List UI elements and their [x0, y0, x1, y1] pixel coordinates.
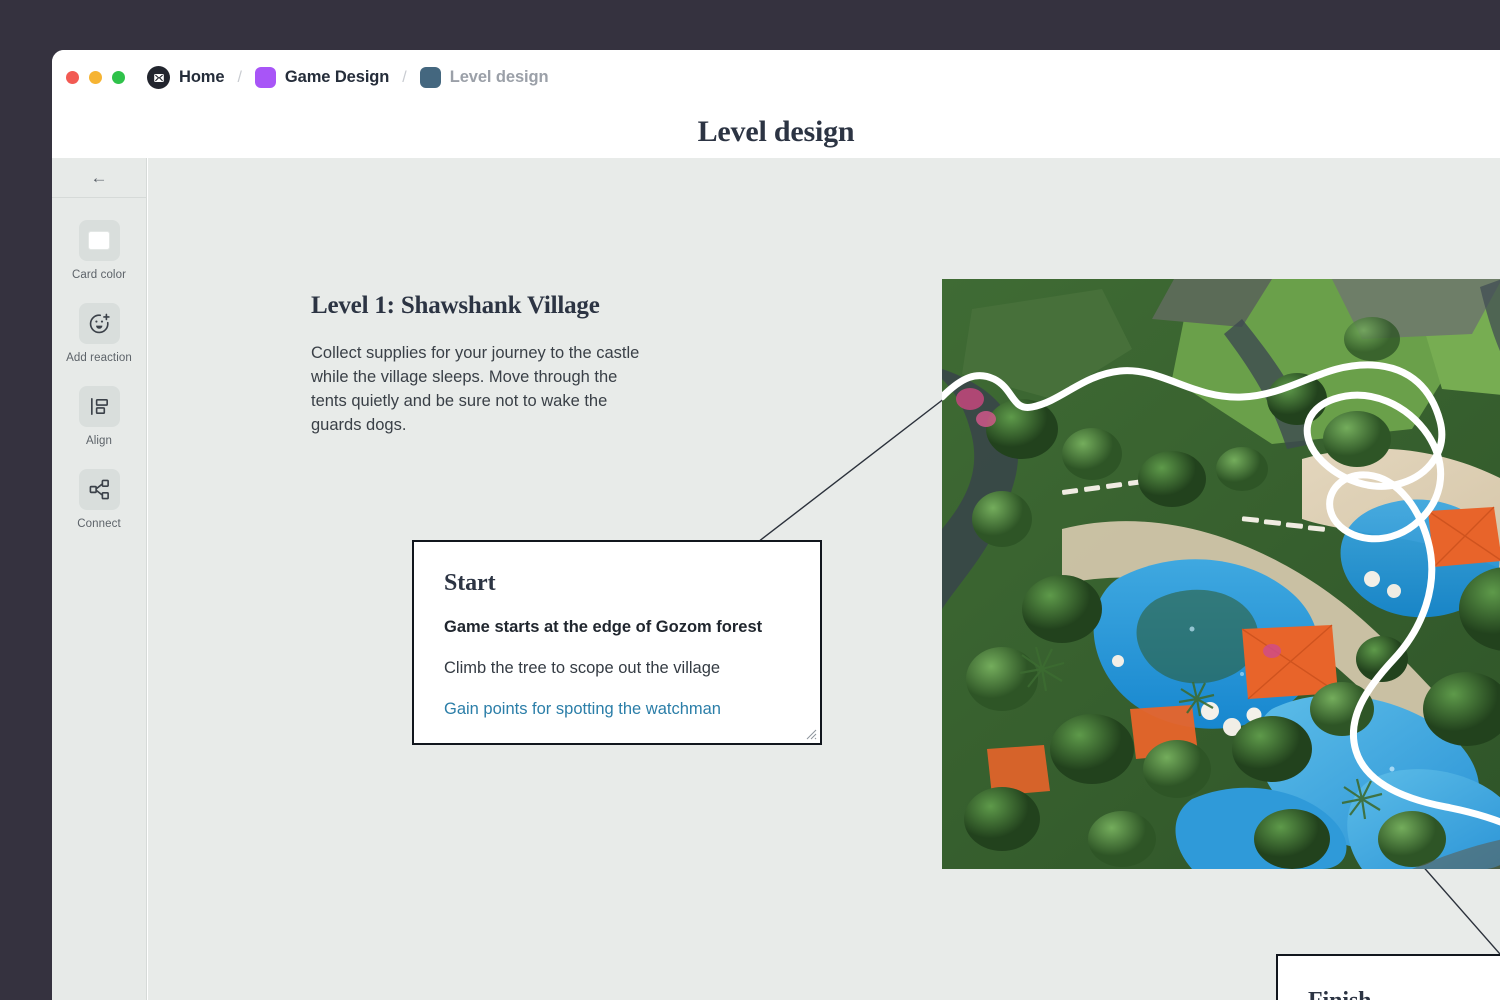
close-button[interactable]	[66, 71, 79, 84]
tool-align[interactable]: Align	[52, 386, 146, 447]
connector-start-to-photo	[757, 387, 959, 543]
breadcrumb-game-design-label: Game Design	[284, 68, 390, 86]
card-start-line-2: Climb the tree to scope out the village	[444, 659, 721, 677]
tool-add-reaction-label: Add reaction	[66, 352, 132, 364]
page-title: Level design	[697, 114, 855, 148]
zoom-button[interactable]	[112, 71, 125, 84]
breadcrumb-home-label: Home	[179, 68, 225, 86]
level-title: Level 1: Shawshank Village	[311, 292, 600, 319]
color-swatch-icon	[78, 220, 120, 261]
arrow-left-icon: ←	[90, 168, 108, 187]
breadcrumb-separator: /	[237, 68, 242, 86]
aerial-photo[interactable]	[942, 279, 1500, 869]
level-text-block: Level 1: Shawshank Village Collect suppl…	[311, 292, 671, 437]
app-logo-icon	[147, 66, 170, 89]
breadcrumb-level-design-label: Level design	[449, 68, 549, 86]
minimize-button[interactable]	[89, 71, 102, 84]
window-controls	[66, 71, 125, 84]
back-button[interactable]: ←	[52, 158, 146, 198]
align-left-icon	[78, 386, 120, 427]
card-finish-title: Finish	[1308, 988, 1500, 1000]
board-canvas[interactable]: Level 1: Shawshank Village Collect suppl…	[148, 158, 1500, 1000]
breadcrumb-item-level-design[interactable]: Level design	[419, 67, 549, 88]
breadcrumb-separator-2: /	[402, 68, 407, 86]
tool-align-label: Align	[85, 435, 113, 447]
breadcrumb-swatch-icon	[254, 67, 276, 88]
document-header: Level design	[52, 105, 1500, 158]
card-start-line-1: Game starts at the edge of Gozom forest	[444, 618, 763, 636]
breadcrumb-item-home[interactable]: Home	[147, 66, 225, 89]
titlebar: Home / Game Design / Level design	[52, 50, 1500, 105]
resize-handle[interactable]	[804, 727, 817, 740]
tool-connect[interactable]: Connect	[52, 469, 146, 530]
card-start-title: Start	[444, 570, 496, 596]
connect-nodes-icon	[78, 469, 120, 510]
tool-add-reaction[interactable]: Add reaction	[52, 303, 146, 364]
emoji-plus-icon	[78, 303, 120, 344]
breadcrumb: Home / Game Design / Level design	[147, 66, 549, 89]
sticky-card-finish[interactable]: Finish Leave via the castle entry road	[1276, 954, 1500, 1000]
card-start-line-3[interactable]: Gain points for spotting the watchman	[444, 698, 790, 720]
tool-card-color[interactable]: Card color	[52, 220, 146, 281]
breadcrumb-swatch-icon-2	[419, 67, 441, 88]
tool-rail: ← Card color Add reaction Align Connect	[52, 158, 147, 1000]
sticky-card-start[interactable]: Start Game starts at the edge of Gozom f…	[412, 540, 822, 745]
tool-card-color-label: Card color	[71, 269, 127, 281]
app-window: Home / Game Design / Level design Level …	[52, 50, 1500, 1000]
breadcrumb-item-game-design[interactable]: Game Design	[254, 67, 390, 88]
tool-connect-label: Connect	[77, 518, 121, 530]
level-description: Collect supplies for your journey to the…	[311, 344, 640, 434]
